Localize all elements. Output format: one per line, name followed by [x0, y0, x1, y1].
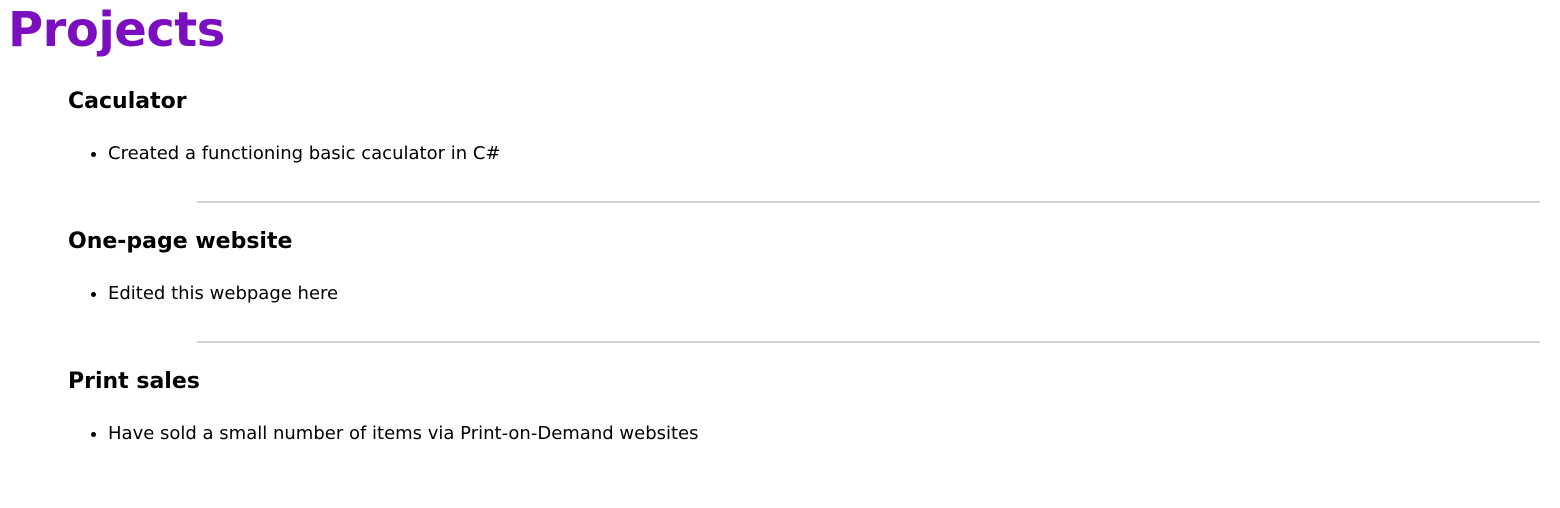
project-title: One-page website	[68, 229, 293, 254]
projects-list: Caculator Created a functioning basic ca…	[68, 88, 1540, 508]
project-caculator: Caculator Created a functioning basic ca…	[68, 88, 1540, 228]
project-bullet: Created a functioning basic caculator in…	[108, 142, 500, 166]
project-print-sales: Print sales Have sold a small number of …	[68, 368, 1540, 508]
project-one-page-website: One-page website Edited this webpage her…	[68, 228, 1540, 368]
project-bullet-list: Created a functioning basic caculator in…	[68, 142, 500, 166]
project-bullet-list: Edited this webpage here	[68, 282, 338, 306]
section-divider	[197, 341, 1540, 343]
project-bullet: Edited this webpage here	[108, 282, 338, 306]
project-bullet: Have sold a small number of items via Pr…	[108, 422, 699, 446]
page-title: Projects	[8, 2, 225, 58]
section-divider	[197, 201, 1540, 203]
project-bullet-list: Have sold a small number of items via Pr…	[68, 422, 699, 446]
project-title: Caculator	[68, 89, 187, 114]
project-title: Print sales	[68, 369, 200, 394]
